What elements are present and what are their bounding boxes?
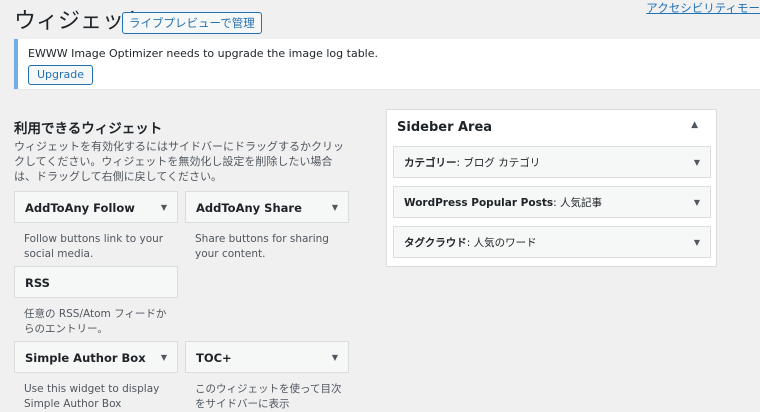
widget-description: Share buttons for sharing your content. <box>195 233 329 260</box>
notice-message: EWWW Image Optimizer needs to upgrade th… <box>28 47 378 60</box>
sidebar-widget-category[interactable]: カテゴリー: ブログ カテゴリ ▼ <box>393 146 711 178</box>
chevron-up-icon[interactable]: ▲ <box>691 120 698 130</box>
widget-description: Use this widget to display Simple Author… <box>24 383 160 410</box>
sidebar-widget-title: WordPress Popular Posts <box>404 197 554 209</box>
sidebar-widget-title: カテゴリー <box>404 157 457 169</box>
chevron-down-icon[interactable]: ▼ <box>332 342 338 374</box>
widget-description: Follow buttons link to your social media… <box>24 233 164 260</box>
widget-addtoany-follow[interactable]: AddToAny Follow ▼ <box>14 191 178 223</box>
sidebar-widget-label: タグクラウド: 人気のワード <box>404 227 537 259</box>
sidebar-title: Sideber Area <box>397 120 493 135</box>
chevron-down-icon[interactable]: ▼ <box>694 187 700 219</box>
widget-description: 任意の RSS/Atom フィードからのエントリー。 <box>24 308 167 335</box>
widget-title: AddToAny Follow <box>25 201 135 215</box>
sidebar-area-panel: Sideber Area ▲ カテゴリー: ブログ カテゴリ ▼ WordPre… <box>386 109 717 267</box>
live-preview-button[interactable]: ライブプレビューで管理 <box>122 12 262 34</box>
chevron-down-icon[interactable]: ▼ <box>694 147 700 179</box>
widget-title: TOC+ <box>196 351 232 365</box>
widget-rss[interactable]: RSS <box>14 266 178 298</box>
sidebar-widget-subtitle: : 人気記事 <box>553 197 603 209</box>
available-widgets-title: 利用できるウィジェット <box>14 121 163 137</box>
chevron-down-icon[interactable]: ▼ <box>161 192 167 224</box>
upgrade-notice: EWWW Image Optimizer needs to upgrade th… <box>14 39 760 89</box>
widget-addtoany-share[interactable]: AddToAny Share ▼ <box>185 191 349 223</box>
sidebar-widget-label: WordPress Popular Posts: 人気記事 <box>404 187 602 219</box>
widget-simple-author-box[interactable]: Simple Author Box ▼ <box>14 341 178 373</box>
chevron-down-icon[interactable]: ▼ <box>332 192 338 224</box>
widget-title: AddToAny Share <box>196 201 302 215</box>
widget-title: RSS <box>25 276 50 290</box>
chevron-down-icon[interactable]: ▼ <box>694 227 700 259</box>
available-widgets-description: ウィジェットを有効化するにはサイドバーにドラッグするかクリックしてください。ウィ… <box>14 140 344 183</box>
accessibility-mode-link[interactable]: アクセシビリティモー <box>646 0 760 16</box>
widget-title: Simple Author Box <box>25 351 146 365</box>
widget-description: このウィジェットを使って目次をサイドバーに表示 <box>195 383 342 410</box>
sidebar-widget-tag-cloud[interactable]: タグクラウド: 人気のワード ▼ <box>393 226 711 258</box>
sidebar-widget-popular-posts[interactable]: WordPress Popular Posts: 人気記事 ▼ <box>393 186 711 218</box>
sidebar-widget-title: タグクラウド <box>404 237 467 249</box>
upgrade-button[interactable]: Upgrade <box>28 65 94 85</box>
sidebar-widget-subtitle: : ブログ カテゴリ <box>456 157 541 169</box>
sidebar-widget-subtitle: : 人気のワード <box>466 237 537 249</box>
sidebar-widget-label: カテゴリー: ブログ カテゴリ <box>404 147 540 179</box>
chevron-down-icon[interactable]: ▼ <box>161 342 167 374</box>
widget-toc-plus[interactable]: TOC+ ▼ <box>185 341 349 373</box>
